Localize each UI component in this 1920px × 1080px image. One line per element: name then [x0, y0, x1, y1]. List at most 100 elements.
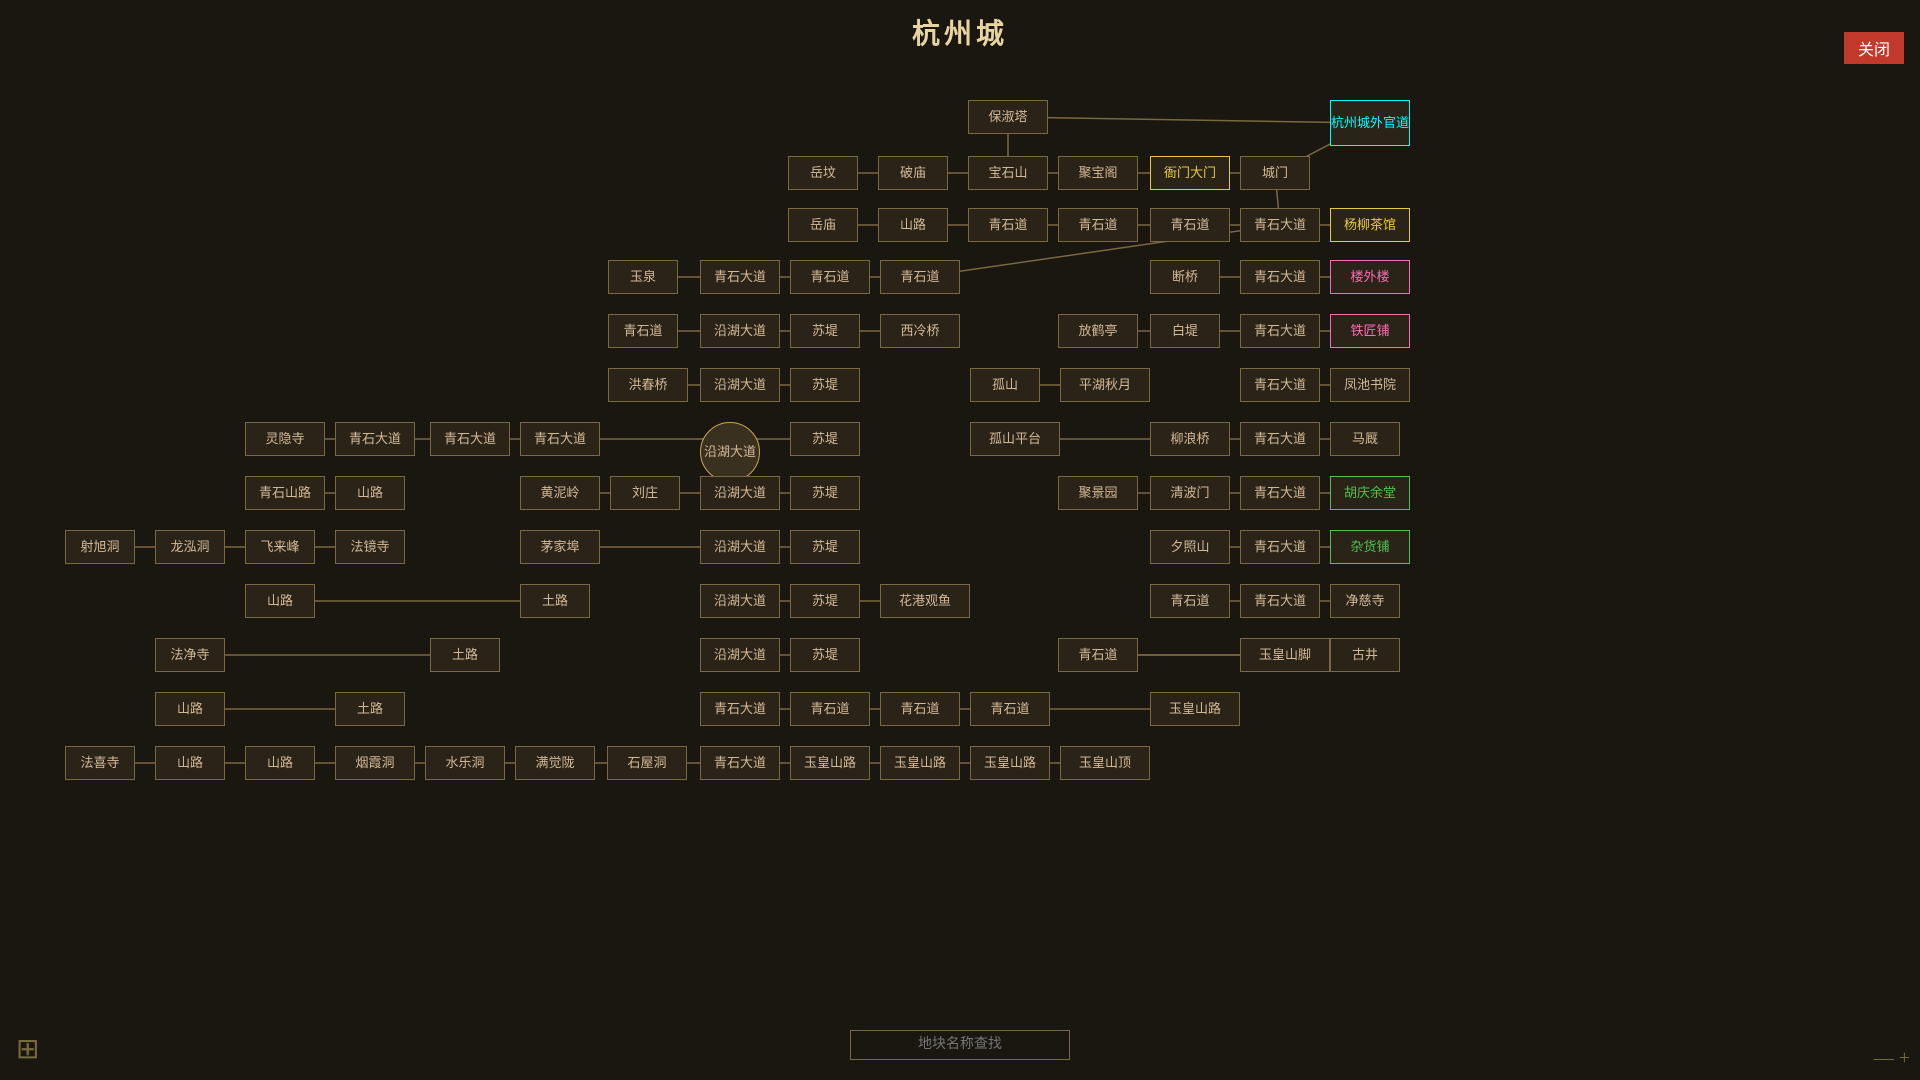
node-baoshishan[interactable]: 宝石山 [968, 156, 1048, 190]
node-tulu3[interactable]: 土路 [335, 692, 405, 726]
node-qingshi_dadao5[interactable]: 青石大道 [1240, 368, 1320, 402]
node-huangni_ling[interactable]: 黄泥岭 [520, 476, 600, 510]
node-yahu_dadao6[interactable]: 沿湖大道 [700, 584, 780, 618]
node-qingshidao7[interactable]: 青石道 [1150, 584, 1230, 618]
node-louwaifou[interactable]: 楼外楼 [1330, 260, 1410, 294]
node-qingshi_dadao9[interactable]: 青石大道 [1240, 422, 1320, 456]
node-sudi3[interactable]: 苏堤 [790, 422, 860, 456]
node-yahu_dadao7[interactable]: 沿湖大道 [700, 638, 780, 672]
node-shanlu6[interactable]: 山路 [245, 746, 315, 780]
node-qingshidao8[interactable]: 青石道 [1058, 638, 1138, 672]
node-qingshidao6[interactable]: 青石道 [608, 314, 678, 348]
search-input[interactable] [850, 1030, 1070, 1060]
node-qingshi_dadao2[interactable]: 青石大道 [700, 260, 780, 294]
node-sudi5[interactable]: 苏堤 [790, 530, 860, 564]
node-yuhuang_shanding[interactable]: 玉皇山顶 [1060, 746, 1150, 780]
node-yimen_damen[interactable]: 衙门大门 [1150, 156, 1230, 190]
node-qingshi_dadao6[interactable]: 青石大道 [335, 422, 415, 456]
node-sudi7[interactable]: 苏堤 [790, 638, 860, 672]
node-yahu_dadao4[interactable]: 沿湖大道 [700, 476, 780, 510]
node-yahu_dadao5[interactable]: 沿湖大道 [700, 530, 780, 564]
node-she_xiu_dong[interactable]: 射旭洞 [65, 530, 135, 564]
node-xilingqiao[interactable]: 西冷桥 [880, 314, 960, 348]
node-qingshidao2[interactable]: 青石道 [1058, 208, 1138, 242]
node-fajing_si[interactable]: 法镜寺 [335, 530, 405, 564]
node-tulu1[interactable]: 土路 [520, 584, 590, 618]
node-qingshidao11[interactable]: 青石道 [970, 692, 1050, 726]
node-qingshi_dadao4[interactable]: 青石大道 [1240, 314, 1320, 348]
node-tieguang_zhen[interactable]: 铁匠铺 [1330, 314, 1410, 348]
node-qingshi_dadao10[interactable]: 青石大道 [1240, 476, 1320, 510]
node-yangliu_chaguan[interactable]: 杨柳茶馆 [1330, 208, 1410, 242]
node-longpao_dong[interactable]: 龙泓洞 [155, 530, 225, 564]
node-qingshi_dadao13[interactable]: 青石大道 [700, 692, 780, 726]
node-hangzhou_waiguan[interactable]: 杭州城外官道 [1330, 100, 1410, 146]
node-shanlu3[interactable]: 山路 [245, 584, 315, 618]
node-chengmen[interactable]: 城门 [1240, 156, 1310, 190]
node-fengchi_shuyuan[interactable]: 凤池书院 [1330, 368, 1410, 402]
node-qingshidao3[interactable]: 青石道 [1150, 208, 1230, 242]
node-qingshidao1[interactable]: 青石道 [968, 208, 1048, 242]
node-jingci_si[interactable]: 净慈寺 [1330, 584, 1400, 618]
node-manjue_ling[interactable]: 满觉陇 [515, 746, 595, 780]
node-xizhao_shan[interactable]: 夕照山 [1150, 530, 1230, 564]
node-fajing_si2[interactable]: 法净寺 [155, 638, 225, 672]
node-sudi1[interactable]: 苏堤 [790, 314, 860, 348]
node-sudi6[interactable]: 苏堤 [790, 584, 860, 618]
node-yuemiao[interactable]: 岳庙 [788, 208, 858, 242]
node-qingshi_dadao7[interactable]: 青石大道 [430, 422, 510, 456]
node-yuquan[interactable]: 玉泉 [608, 260, 678, 294]
node-yuhuang_shanlu4[interactable]: 玉皇山路 [970, 746, 1050, 780]
node-qingshi_shanlu[interactable]: 青石山路 [245, 476, 325, 510]
node-yahu_dadao3[interactable]: 沿湖大道 [700, 422, 760, 482]
node-fahui_si[interactable]: 法喜寺 [65, 746, 135, 780]
node-qingshidao9[interactable]: 青石道 [790, 692, 870, 726]
node-duanqiao[interactable]: 断桥 [1150, 260, 1220, 294]
node-yuhuang_shanlu3[interactable]: 玉皇山路 [880, 746, 960, 780]
node-shanlu5[interactable]: 山路 [155, 746, 225, 780]
node-qingshi_dadao1[interactable]: 青石大道 [1240, 208, 1320, 242]
node-maju[interactable]: 马厩 [1330, 422, 1400, 456]
node-qingshidao5[interactable]: 青石道 [880, 260, 960, 294]
node-lingyin_si[interactable]: 灵隐寺 [245, 422, 325, 456]
node-yuefen[interactable]: 岳坟 [788, 156, 858, 190]
node-sudi2[interactable]: 苏堤 [790, 368, 860, 402]
node-zahuo_pu1[interactable]: 杂货铺 [1330, 530, 1410, 564]
node-qingshidao4[interactable]: 青石道 [790, 260, 870, 294]
node-hongchun_qiao[interactable]: 洪春桥 [608, 368, 688, 402]
node-shanlu1[interactable]: 山路 [878, 208, 948, 242]
node-yan_xia_dong[interactable]: 烟霞洞 [335, 746, 415, 780]
node-pinghu_qiuyue[interactable]: 平湖秋月 [1060, 368, 1150, 402]
node-sudi4[interactable]: 苏堤 [790, 476, 860, 510]
node-qingbo_men[interactable]: 清波门 [1150, 476, 1230, 510]
node-baidi[interactable]: 白堤 [1150, 314, 1220, 348]
node-liulang_qiao[interactable]: 柳浪桥 [1150, 422, 1230, 456]
node-yahu_dadao1[interactable]: 沿湖大道 [700, 314, 780, 348]
node-fanghe_ting[interactable]: 放鹤亭 [1058, 314, 1138, 348]
node-qingshi_dadao12[interactable]: 青石大道 [1240, 584, 1320, 618]
node-yuhuang_shanlu[interactable]: 玉皇山路 [1150, 692, 1240, 726]
node-tulu2[interactable]: 土路 [430, 638, 500, 672]
node-shanlu4[interactable]: 山路 [155, 692, 225, 726]
node-gushan[interactable]: 孤山 [970, 368, 1040, 402]
node-baoyue_ta[interactable]: 保淑塔 [968, 100, 1048, 134]
node-liuzhuang[interactable]: 刘庄 [610, 476, 680, 510]
node-huqing_yutang[interactable]: 胡庆余堂 [1330, 476, 1410, 510]
node-feilai_feng[interactable]: 飞来峰 [245, 530, 315, 564]
node-shanlu2[interactable]: 山路 [335, 476, 405, 510]
node-pomiao[interactable]: 破庙 [878, 156, 948, 190]
node-jubao_ge[interactable]: 聚宝阁 [1058, 156, 1138, 190]
node-qingshi_dadao14[interactable]: 青石大道 [700, 746, 780, 780]
node-jujing_yuan[interactable]: 聚景园 [1058, 476, 1138, 510]
node-gujing[interactable]: 古井 [1330, 638, 1400, 672]
node-gushan_pingtai[interactable]: 孤山平台 [970, 422, 1060, 456]
node-qingshi_dadao8[interactable]: 青石大道 [520, 422, 600, 456]
node-qingshi_dadao3[interactable]: 青石大道 [1240, 260, 1320, 294]
node-shiwu_dong[interactable]: 石屋洞 [607, 746, 687, 780]
node-qingshidao10[interactable]: 青石道 [880, 692, 960, 726]
node-maojia_bu[interactable]: 茅家埠 [520, 530, 600, 564]
node-qingshi_dadao11[interactable]: 青石大道 [1240, 530, 1320, 564]
node-huagang_guanyu[interactable]: 花港观鱼 [880, 584, 970, 618]
node-yuhuang_shanlu2[interactable]: 玉皇山路 [790, 746, 870, 780]
node-shuilong_dong[interactable]: 水乐洞 [425, 746, 505, 780]
